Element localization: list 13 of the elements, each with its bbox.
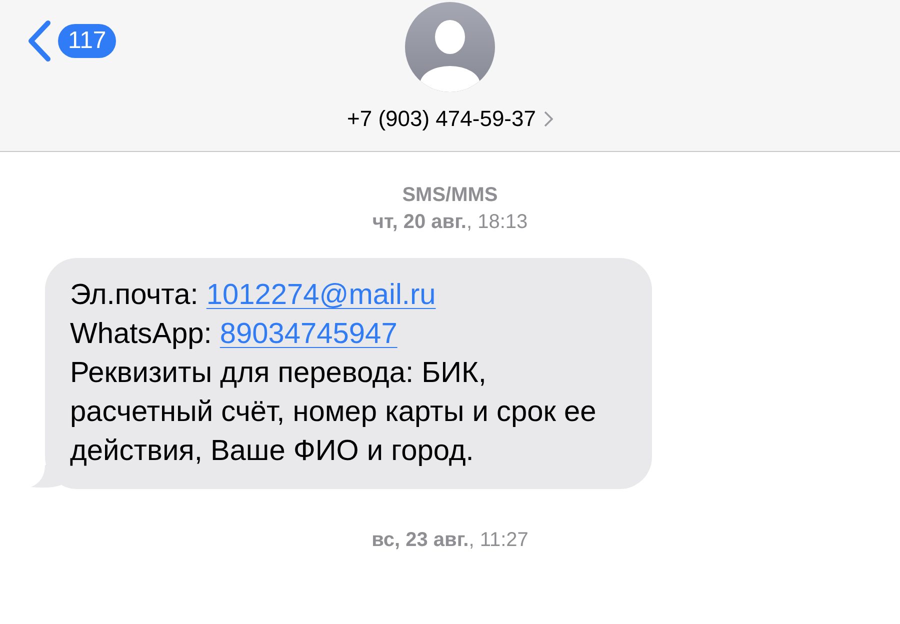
message-link[interactable]: 1012274@mail.ru xyxy=(206,279,436,311)
chevron-right-icon xyxy=(544,110,553,126)
field-label: Эл.почта: xyxy=(70,279,198,311)
back-chevron-icon xyxy=(26,20,52,62)
timestamp: чт, 20 авг., 18:13 xyxy=(372,210,528,235)
service-label: SMS/MMS xyxy=(402,183,498,208)
field-label: WhatsApp: xyxy=(70,318,212,350)
message-text: Реквизиты для перевода: БИК, расчетный счёт, номер карты и срок ее действия, Ваше ФИО и город. xyxy=(70,356,598,469)
message-link[interactable]: 89034745947 xyxy=(220,318,398,350)
contact-name-button[interactable]: +7 (903) 474-59-37 xyxy=(347,102,553,135)
back-button[interactable]: 117 xyxy=(26,20,116,62)
unread-count-badge: 117 xyxy=(58,24,116,58)
timestamp: вс, 23 авг., 11:27 xyxy=(372,528,528,553)
